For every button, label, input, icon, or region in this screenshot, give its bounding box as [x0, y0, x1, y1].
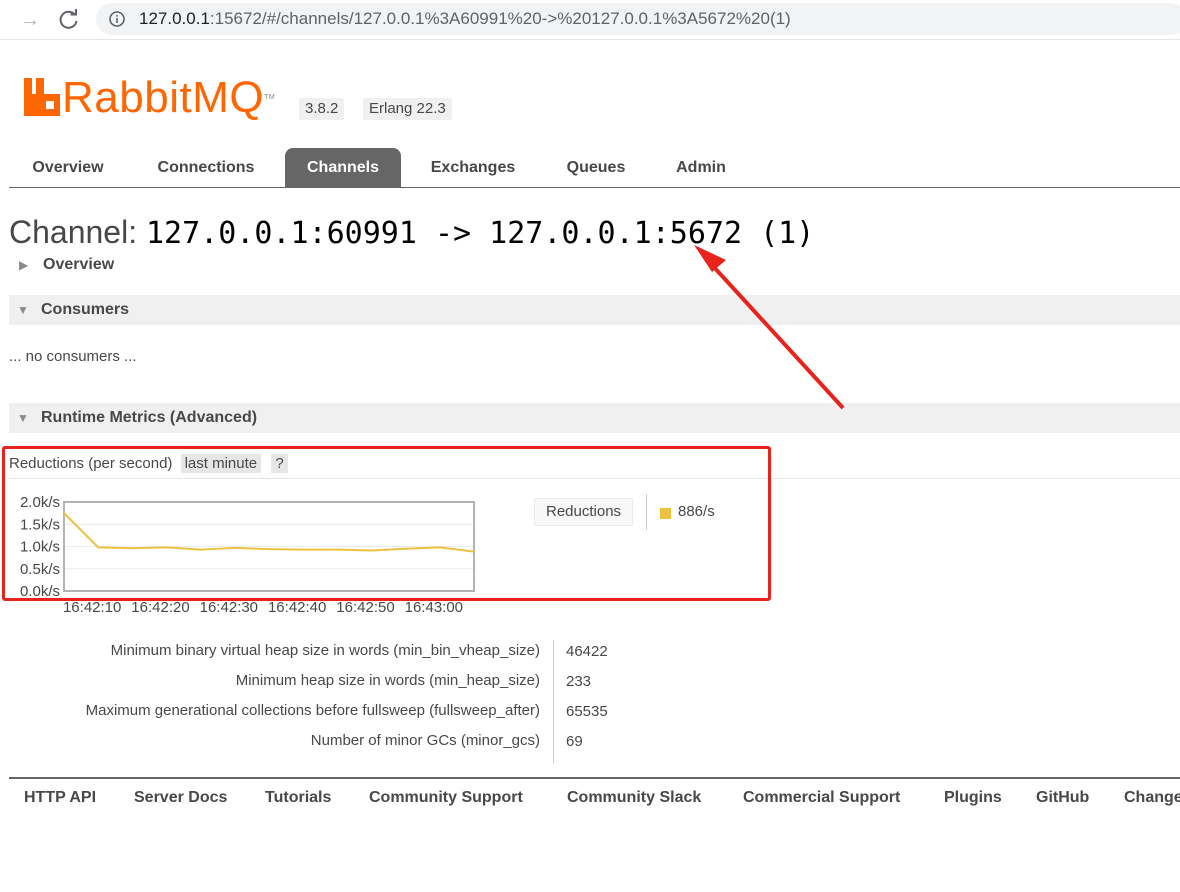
- section-consumers-label: Consumers: [41, 301, 130, 318]
- rabbitmq-logo-icon[interactable]: [22, 74, 62, 122]
- prop-key: Maximum generational collections before …: [85, 702, 540, 719]
- page-title-label: Channel:: [9, 214, 138, 250]
- info-icon[interactable]: [109, 11, 125, 27]
- erlang-version-badge: Erlang 22.3: [363, 98, 452, 120]
- tab-queues[interactable]: Queues: [547, 148, 645, 187]
- x-tick-label: 16:42:20: [131, 599, 189, 616]
- x-tick-label: 16:42:40: [268, 599, 326, 616]
- page-title: Channel: 127.0.0.1:60991 -> 127.0.0.1:56…: [9, 212, 814, 254]
- prop-key: Minimum heap size in words (min_heap_siz…: [235, 672, 540, 689]
- footer-link-github[interactable]: GitHub: [1036, 789, 1089, 807]
- x-tick-label: 16:42:30: [200, 599, 258, 616]
- prop-key: Number of minor GCs (minor_gcs): [310, 732, 540, 749]
- footer-link-http-api[interactable]: HTTP API: [24, 789, 96, 807]
- expand-triangle-icon: ▶: [19, 258, 29, 272]
- section-overview-toggle[interactable]: ▶ Overview: [9, 250, 114, 280]
- tab-admin[interactable]: Admin: [659, 148, 743, 187]
- footer-link-community-support[interactable]: Community Support: [369, 789, 523, 807]
- main-nav-tabs: Overview Connections Channels Exchanges …: [9, 148, 1180, 188]
- x-tick-label: 16:43:00: [405, 599, 463, 616]
- browser-toolbar: → 127.0.0.1:15672/#/channels/127.0.0.1%3…: [0, 0, 1180, 40]
- footer-link-commercial-support[interactable]: Commercial Support: [743, 789, 900, 807]
- tab-channels[interactable]: Channels: [285, 148, 401, 187]
- trademark: TM: [264, 94, 276, 101]
- prop-key: Minimum binary virtual heap size in word…: [110, 642, 540, 659]
- tab-overview[interactable]: Overview: [14, 148, 122, 187]
- footer-link-changelog[interactable]: Changelog: [1124, 789, 1180, 807]
- section-runtime-label: Runtime Metrics (Advanced): [41, 409, 258, 426]
- prop-value: 65535: [566, 703, 608, 720]
- url-text[interactable]: 127.0.0.1:15672/#/channels/127.0.0.1%3A6…: [139, 9, 791, 29]
- footer-link-plugins[interactable]: Plugins: [944, 789, 1002, 807]
- brand-text: RabbitMQ: [62, 73, 265, 122]
- section-overview-label: Overview: [43, 256, 115, 273]
- brand-name[interactable]: RabbitMQTM: [62, 74, 275, 122]
- prop-value: 46422: [566, 643, 608, 660]
- footer-link-community-slack[interactable]: Community Slack: [567, 789, 701, 807]
- collapse-triangle-icon: ▼: [17, 303, 29, 317]
- footer-divider: [9, 777, 1180, 779]
- no-consumers-text: ... no consumers ...: [9, 348, 137, 365]
- section-consumers-toggle[interactable]: ▼ Consumers: [9, 295, 129, 325]
- section-runtime-toggle[interactable]: ▼ Runtime Metrics (Advanced): [9, 403, 257, 433]
- prop-value: 69: [566, 733, 583, 750]
- tab-connections[interactable]: Connections: [137, 148, 275, 187]
- back-arrow-icon[interactable]: →: [16, 6, 44, 34]
- x-tick-label: 16:42:10: [63, 599, 121, 616]
- collapse-triangle-icon: ▼: [17, 411, 29, 425]
- url-path: :15672/#/channels/127.0.0.1%3A60991%20->…: [209, 9, 791, 28]
- version-badge: 3.8.2: [299, 98, 345, 120]
- footer-link-tutorials[interactable]: Tutorials: [265, 789, 331, 807]
- url-host: 127.0.0.1: [139, 9, 210, 28]
- x-tick-label: 16:42:50: [336, 599, 394, 616]
- address-bar[interactable]: 127.0.0.1:15672/#/channels/127.0.0.1%3A6…: [96, 3, 1180, 35]
- footer-link-server-docs[interactable]: Server Docs: [134, 789, 227, 807]
- reload-icon[interactable]: [55, 6, 83, 34]
- annotation-highlight-box: [2, 446, 771, 601]
- table-divider: [553, 640, 554, 764]
- section-consumers-bar: [9, 295, 1180, 325]
- channel-name: 127.0.0.1:60991 -> 127.0.0.1:5672 (1): [145, 216, 815, 251]
- tab-exchanges[interactable]: Exchanges: [414, 148, 532, 187]
- prop-value: 233: [566, 673, 592, 690]
